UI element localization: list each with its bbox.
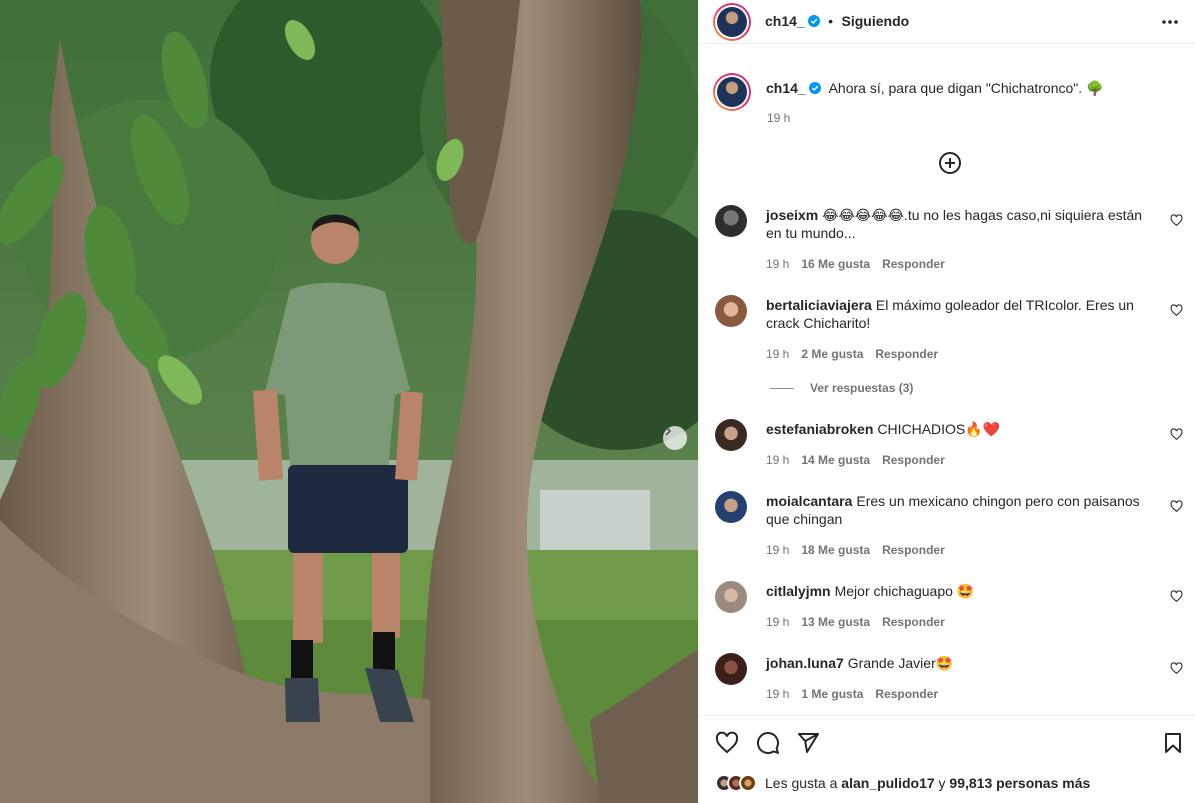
comment-likes[interactable]: 2 Me gusta [801, 347, 863, 361]
comment-likes[interactable]: 14 Me gusta [801, 453, 870, 467]
commenter-avatar[interactable] [715, 581, 747, 613]
author-avatar[interactable] [713, 3, 751, 41]
commenter-avatar[interactable] [715, 295, 747, 327]
heart-icon[interactable] [1170, 214, 1183, 227]
plus-circle-icon[interactable] [938, 151, 962, 175]
liker-avatar[interactable] [739, 774, 757, 792]
likes-summary: Les gusta a alan_pulido17 y 99,813 perso… [715, 774, 1090, 792]
reply-button[interactable]: Responder [875, 687, 938, 701]
comment-text: Grande Javier🤩 [847, 655, 954, 671]
caption-username[interactable]: ch14_ [766, 80, 806, 96]
comment-likes[interactable]: 13 Me gusta [801, 615, 870, 629]
heart-icon[interactable] [1170, 304, 1183, 317]
comment-likes[interactable]: 18 Me gusta [801, 543, 870, 557]
heart-icon[interactable] [715, 731, 739, 755]
post-action-bar: Les gusta a alan_pulido17 y 99,813 perso… [699, 715, 1195, 803]
bookmark-icon[interactable] [1161, 731, 1185, 755]
caption-avatar[interactable] [713, 73, 751, 111]
heart-icon[interactable] [1170, 428, 1183, 441]
likes-middle: y [938, 775, 946, 791]
comment-text: CHICHADIOS🔥❤️ [877, 421, 1001, 437]
comment-time: 19 h [766, 615, 790, 629]
commenter-avatar[interactable] [715, 491, 747, 523]
commenter-username[interactable]: johan.luna7 [766, 655, 844, 671]
post-photo[interactable] [0, 0, 698, 803]
heart-icon[interactable] [1170, 500, 1183, 513]
commenter-username[interactable]: citlalyjmn [766, 583, 831, 599]
photo-illustration [0, 0, 698, 803]
likes-prefix: Les gusta a [765, 775, 838, 791]
comment-time: 19 h [766, 453, 790, 467]
separator-dot: • [828, 13, 834, 29]
comment-likes[interactable]: 16 Me gusta [801, 257, 870, 271]
comment-text: 😂😂😂😂😂.tu no les hagas caso,ni siquiera e… [766, 207, 1143, 241]
comment-icon[interactable] [756, 731, 780, 755]
more-options-icon[interactable] [1160, 14, 1180, 30]
post-header: ch14_ • Siguiendo [699, 0, 1195, 44]
comment-text: Mejor chichaguapo 🤩 [834, 583, 975, 599]
reply-button[interactable]: Responder [882, 257, 945, 271]
heart-icon[interactable] [1170, 662, 1183, 675]
commenter-avatar[interactable] [715, 419, 747, 451]
view-replies-link[interactable]: Ver respuestas (3) [770, 381, 913, 395]
post-side-panel: ch14_ • Siguiendo ch14_ Ahora sí, para q… [698, 0, 1195, 803]
comment-likes[interactable]: 1 Me gusta [801, 687, 863, 701]
commenter-username[interactable]: joseixm [766, 207, 818, 223]
reply-button[interactable]: Responder [875, 347, 938, 361]
verified-badge-icon [807, 15, 820, 27]
heart-icon[interactable] [1170, 590, 1183, 603]
commenter-avatar[interactable] [715, 205, 747, 237]
comment-time: 19 h [766, 347, 790, 361]
following-button[interactable]: Siguiendo [842, 13, 910, 29]
next-photo-button[interactable] [663, 426, 687, 450]
verified-badge-icon [808, 82, 821, 94]
caption-body: Ahora sí, para que digan "Chichatronco".… [828, 80, 1104, 96]
commenter-username[interactable]: estefaniabroken [766, 421, 873, 437]
reply-button[interactable]: Responder [882, 615, 945, 629]
share-icon[interactable] [796, 731, 820, 755]
likes-others[interactable]: 99,813 personas más [949, 775, 1090, 791]
comment-time: 19 h [766, 543, 790, 557]
commenter-username[interactable]: moialcantara [766, 493, 852, 509]
comment-time: 19 h [766, 687, 790, 701]
author-username[interactable]: ch14_ [765, 13, 805, 29]
caption-text: ch14_ Ahora sí, para que digan "Chichatr… [766, 79, 1176, 97]
caption-timestamp: 19 h [767, 111, 791, 125]
liker-username[interactable]: alan_pulido17 [841, 775, 934, 791]
commenter-avatar[interactable] [715, 653, 747, 685]
reply-button[interactable]: Responder [882, 543, 945, 557]
reply-button[interactable]: Responder [882, 453, 945, 467]
next-arrow-icon [665, 426, 672, 436]
comment-time: 19 h [766, 257, 790, 271]
commenter-username[interactable]: bertaliciaviajera [766, 297, 872, 313]
